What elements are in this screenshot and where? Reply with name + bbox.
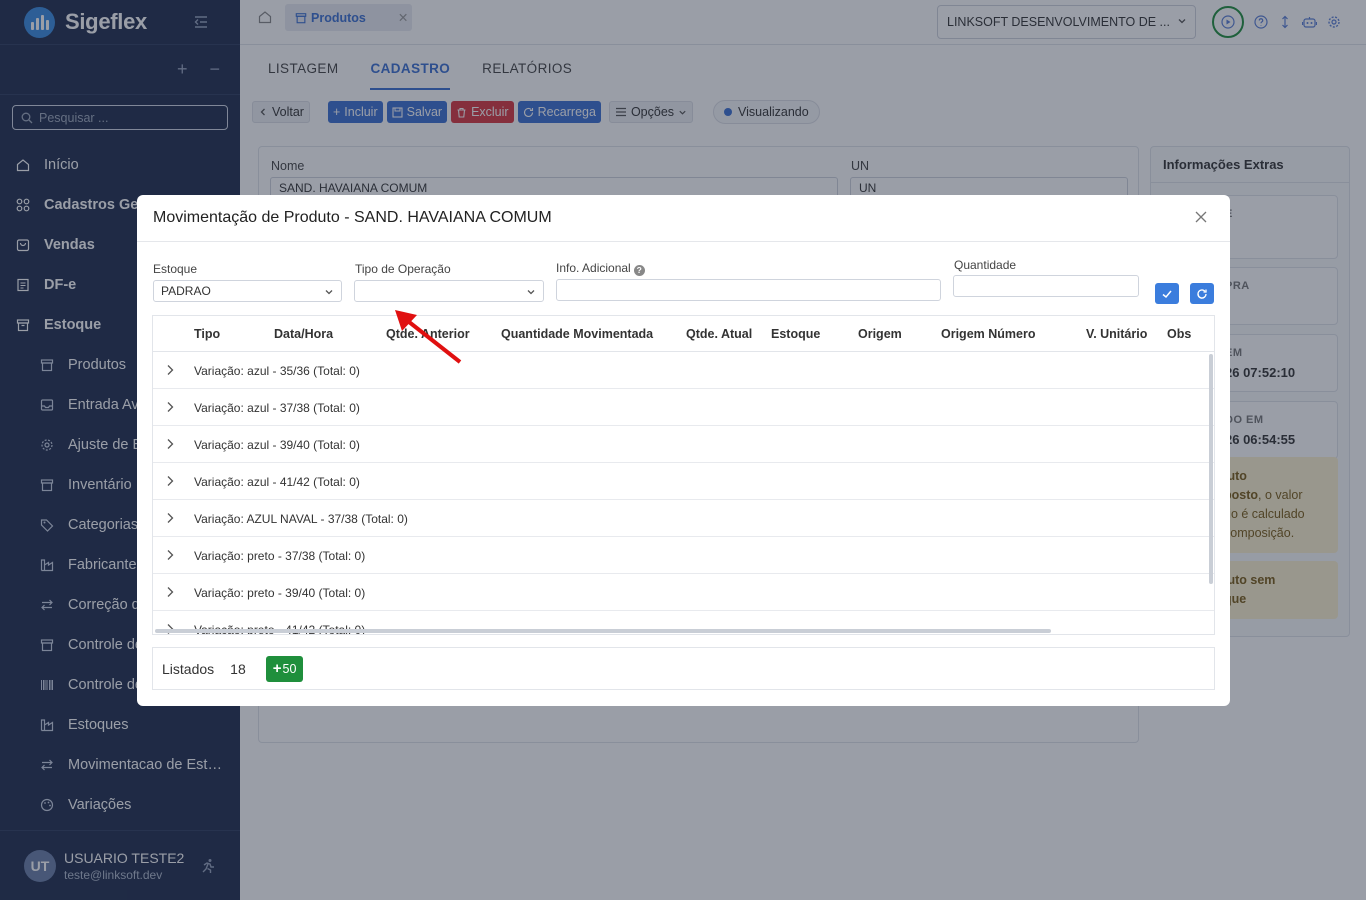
chevron-right-icon[interactable] bbox=[165, 438, 175, 450]
col-quantidade-movimentada[interactable]: Quantidade Movimentada bbox=[501, 327, 653, 341]
row-group-label: Variação: AZUL NAVAL - 37/38 (Total: 0) bbox=[194, 512, 408, 526]
info-adicional-text: Info. Adicional bbox=[556, 261, 631, 275]
table-row[interactable]: Variação: azul - 37/38 (Total: 0) bbox=[153, 389, 1214, 426]
plus-icon: + bbox=[272, 660, 282, 677]
estoque-value: PADRAO bbox=[161, 284, 211, 298]
chevron-right-icon[interactable] bbox=[165, 401, 175, 413]
col-data-hora[interactable]: Data/Hora bbox=[274, 327, 333, 341]
table-row[interactable]: Variação: preto - 37/38 (Total: 0) bbox=[153, 537, 1214, 574]
chevron-right-icon[interactable] bbox=[165, 475, 175, 487]
col-origem-numero[interactable]: Origem Número bbox=[941, 327, 1035, 341]
chevron-right-icon[interactable] bbox=[165, 549, 175, 561]
estoque-label: Estoque bbox=[153, 262, 198, 276]
load-more-label: 50 bbox=[282, 661, 297, 676]
tipo-operacao-label: Tipo de Operação bbox=[355, 262, 451, 276]
col-v-unitario[interactable]: V. Unitário bbox=[1086, 327, 1147, 341]
row-group-label: Variação: azul - 41/42 (Total: 0) bbox=[194, 475, 360, 489]
refresh-button[interactable] bbox=[1190, 283, 1214, 304]
movements-table: Tipo Data/Hora Qtde. Anterior Quantidade… bbox=[152, 315, 1215, 635]
col-tipo[interactable]: Tipo bbox=[194, 327, 220, 341]
table-row[interactable]: Variação: preto - 39/40 (Total: 0) bbox=[153, 574, 1214, 611]
row-group-label: Variação: azul - 39/40 (Total: 0) bbox=[194, 438, 360, 452]
estoque-select[interactable]: PADRAO bbox=[153, 280, 342, 302]
load-more-button[interactable]: +50 bbox=[265, 655, 304, 682]
chevron-down-icon bbox=[527, 290, 535, 295]
table-row[interactable]: Variação: azul - 39/40 (Total: 0) bbox=[153, 426, 1214, 463]
table-row[interactable]: Variação: azul - 35/36 (Total: 0) bbox=[153, 352, 1214, 389]
tipo-operacao-select[interactable] bbox=[354, 280, 544, 302]
row-group-label: Variação: azul - 35/36 (Total: 0) bbox=[194, 364, 360, 378]
table-row[interactable]: Variação: AZUL NAVAL - 37/38 (Total: 0) bbox=[153, 500, 1214, 537]
info-adicional-label: Info. Adicional? bbox=[556, 261, 645, 276]
modal-header: Movimentação de Produto - SAND. HAVAIANA… bbox=[137, 195, 1230, 242]
chevron-down-icon bbox=[325, 290, 333, 295]
movimentacao-modal: Movimentação de Produto - SAND. HAVAIANA… bbox=[137, 195, 1230, 706]
refresh-icon bbox=[1197, 288, 1207, 299]
row-group-label: Variação: azul - 37/38 (Total: 0) bbox=[194, 401, 360, 415]
table-footer: Listados 18 +50 bbox=[152, 647, 1215, 690]
info-adicional-input[interactable] bbox=[556, 279, 941, 301]
chevron-right-icon[interactable] bbox=[165, 586, 175, 598]
help-icon[interactable]: ? bbox=[633, 265, 645, 276]
vertical-scrollbar[interactable] bbox=[1209, 354, 1213, 584]
col-origem[interactable]: Origem bbox=[858, 327, 902, 341]
check-icon bbox=[1162, 290, 1172, 298]
listados-label: Listados bbox=[162, 660, 215, 677]
close-icon[interactable] bbox=[1194, 210, 1208, 224]
chevron-right-icon[interactable] bbox=[165, 364, 175, 376]
row-group-label: Variação: preto - 37/38 (Total: 0) bbox=[194, 549, 366, 563]
modal-title: Movimentação de Produto - SAND. HAVAIANA… bbox=[153, 209, 552, 226]
quantidade-input[interactable] bbox=[953, 275, 1139, 297]
col-qtde-atual[interactable]: Qtde. Atual bbox=[686, 327, 752, 341]
col-obs[interactable]: Obs bbox=[1167, 327, 1191, 341]
horizontal-scrollbar[interactable] bbox=[155, 629, 1051, 633]
confirm-button[interactable] bbox=[1155, 283, 1179, 304]
annotation-arrow-icon bbox=[395, 310, 462, 364]
listados-count: 18 bbox=[230, 660, 246, 677]
row-group-label: Variação: preto - 39/40 (Total: 0) bbox=[194, 586, 366, 600]
table-header: Tipo Data/Hora Qtde. Anterior Quantidade… bbox=[153, 316, 1214, 352]
col-estoque[interactable]: Estoque bbox=[771, 327, 820, 341]
quantidade-label: Quantidade bbox=[954, 258, 1017, 272]
table-row[interactable]: Variação: azul - 41/42 (Total: 0) bbox=[153, 463, 1214, 500]
chevron-right-icon[interactable] bbox=[165, 512, 175, 524]
